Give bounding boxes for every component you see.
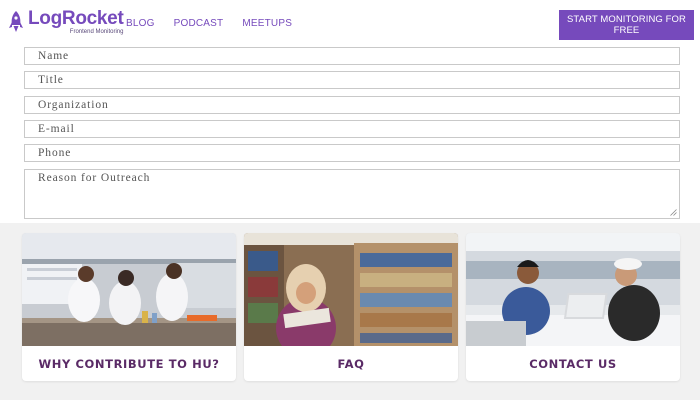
top-navigation-bar: LogRocket Frontend Monitoring BLOG PODCA… bbox=[0, 0, 700, 48]
logo-wordmark: LogRocket Frontend Monitoring bbox=[28, 8, 124, 35]
logrocket-logo[interactable]: LogRocket Frontend Monitoring bbox=[8, 8, 124, 35]
start-monitoring-button[interactable]: START MONITORING FOR FREE bbox=[559, 10, 694, 40]
name-field[interactable]: Name bbox=[24, 47, 680, 65]
card-contact-us[interactable]: CONTACT US bbox=[466, 233, 680, 381]
phone-placeholder: Phone bbox=[38, 147, 72, 159]
card-faq[interactable]: FAQ bbox=[244, 233, 458, 381]
email-field[interactable]: E-mail bbox=[24, 120, 680, 138]
lab-researchers-photo bbox=[22, 233, 236, 346]
name-placeholder: Name bbox=[38, 50, 70, 62]
title-placeholder: Title bbox=[38, 74, 64, 86]
phone-field[interactable]: Phone bbox=[24, 144, 680, 162]
card-why-contribute[interactable]: WHY CONTRIBUTE TO HU? bbox=[22, 233, 236, 381]
nav-link-blog[interactable]: BLOG bbox=[126, 18, 155, 29]
organization-placeholder: Organization bbox=[38, 99, 109, 111]
reason-placeholder: Reason for Outreach bbox=[38, 172, 151, 184]
logo-name: LogRocket bbox=[28, 8, 124, 29]
title-field[interactable]: Title bbox=[24, 71, 680, 89]
logo-subtitle: Frontend Monitoring bbox=[69, 29, 124, 35]
students-laptop-photo bbox=[466, 233, 680, 346]
email-placeholder: E-mail bbox=[38, 123, 75, 135]
reason-textarea[interactable]: Reason for Outreach bbox=[24, 169, 680, 219]
library-reading-photo bbox=[244, 233, 458, 346]
nav-link-podcast[interactable]: PODCAST bbox=[174, 18, 224, 29]
resize-handle-icon[interactable] bbox=[670, 209, 677, 216]
rocket-icon bbox=[9, 11, 23, 32]
organization-field[interactable]: Organization bbox=[24, 96, 680, 114]
nav-link-meetups[interactable]: MEETUPS bbox=[242, 18, 292, 29]
card-label-why-contribute: WHY CONTRIBUTE TO HU? bbox=[38, 356, 220, 371]
card-label-faq: FAQ bbox=[337, 356, 365, 371]
main-nav: BLOG PODCAST MEETUPS bbox=[126, 18, 311, 29]
card-label-contact-us: CONTACT US bbox=[529, 356, 617, 371]
